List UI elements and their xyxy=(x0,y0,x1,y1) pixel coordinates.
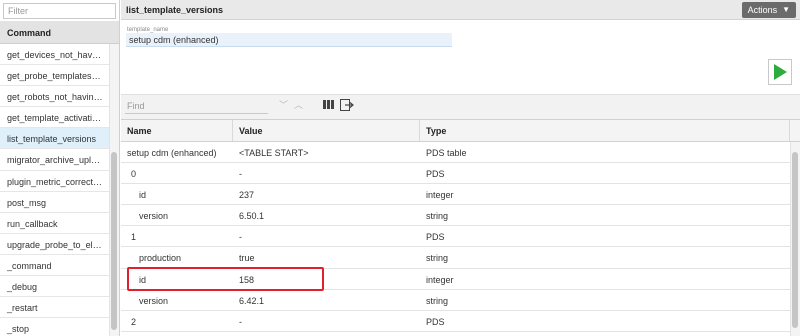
cell-type: PDS xyxy=(426,316,445,327)
results-grid: Name Value Type setup cdm (enhanced) <TA… xyxy=(121,120,800,336)
actions-label: Actions xyxy=(747,5,778,15)
grid-scroll-thumb[interactable] xyxy=(792,152,798,328)
table-row[interactable]: id 237 integer xyxy=(121,184,800,206)
command-list-header: Command xyxy=(0,22,119,44)
table-row[interactable]: setup cdm (enhanced) <TABLE START> PDS t… xyxy=(121,142,800,164)
command-item[interactable]: _restart xyxy=(0,297,110,319)
cell-type: string xyxy=(426,295,449,306)
column-header-value[interactable]: Value xyxy=(233,120,420,141)
command-item[interactable]: get_devices_not_having_g... xyxy=(0,44,110,66)
play-icon xyxy=(774,64,787,80)
command-list: get_devices_not_having_g... get_probe_te… xyxy=(0,44,110,336)
command-item[interactable]: upgrade_probe_to_eligible... xyxy=(0,234,110,255)
cell-value: true xyxy=(239,253,255,264)
actions-button[interactable]: Actions ▼ xyxy=(741,2,796,18)
cell-name: 1 xyxy=(131,232,137,243)
filter-input[interactable] xyxy=(3,3,116,19)
sidebar-scroll-thumb[interactable] xyxy=(111,152,117,330)
parameter-area: template_name setup cdm (enhanced) xyxy=(121,20,800,95)
command-item[interactable]: plugin_metric_correction xyxy=(0,171,110,192)
cell-value: - xyxy=(239,316,242,327)
table-row[interactable]: 0 - PDS xyxy=(121,163,800,185)
cell-value: 158 xyxy=(239,274,255,285)
chevron-up-icon[interactable]: ︿ xyxy=(294,98,303,111)
export-icon[interactable] xyxy=(340,99,354,111)
sidebar-scrollbar[interactable] xyxy=(109,44,119,336)
find-input[interactable] xyxy=(125,98,268,114)
chevron-down-icon[interactable]: ﹀ xyxy=(279,98,288,111)
template-name-field[interactable]: setup cdm (enhanced) xyxy=(126,33,452,47)
cell-value: - xyxy=(239,169,242,180)
cell-value: - xyxy=(239,232,242,243)
results-toolbar: ﹀ ︿ xyxy=(121,95,800,120)
command-item[interactable]: post_msg xyxy=(0,192,110,213)
filter-wrap xyxy=(0,0,119,22)
command-sidebar: Command get_devices_not_having_g... get_… xyxy=(0,0,120,336)
cell-value: 6.42.1 xyxy=(239,295,265,306)
table-row-highlighted[interactable]: production true string xyxy=(121,247,800,269)
cell-type: integer xyxy=(426,274,454,285)
command-titlebar: list_template_versions Actions ▼ xyxy=(121,0,800,20)
command-item[interactable]: run_callback xyxy=(0,213,110,234)
table-row[interactable]: version 6.42.1 string xyxy=(121,290,800,311)
cell-name: 2 xyxy=(131,316,137,327)
column-header-type[interactable]: Type xyxy=(420,120,790,141)
grid-header: Name Value Type xyxy=(121,120,800,142)
command-item[interactable]: _stop xyxy=(0,318,110,336)
command-item[interactable]: migrator_archive_upload xyxy=(0,149,110,171)
caret-down-icon: ▼ xyxy=(782,5,790,14)
grid-body: setup cdm (enhanced) <TABLE START> PDS t… xyxy=(121,142,800,332)
cell-type: string xyxy=(426,253,449,264)
command-title: list_template_versions xyxy=(126,5,224,15)
command-panel: list_template_versions Actions ▼ templat… xyxy=(121,0,800,336)
cell-type: PDS xyxy=(426,232,445,243)
table-row[interactable]: version 6.50.1 string xyxy=(121,205,800,227)
cell-name: version xyxy=(139,295,169,306)
run-button[interactable] xyxy=(768,59,792,85)
cell-name: 0 xyxy=(131,169,137,180)
command-item[interactable]: get_probe_templates_pac... xyxy=(0,65,110,87)
cell-type: string xyxy=(426,211,449,222)
command-item[interactable]: _command xyxy=(0,255,110,277)
cell-name: id xyxy=(139,274,147,285)
cell-type: integer xyxy=(426,190,454,201)
cell-name: production xyxy=(139,253,182,264)
command-item[interactable]: get_template_activation_s... xyxy=(0,107,110,129)
table-row[interactable]: id 158 integer xyxy=(121,269,800,290)
cell-type: PDS table xyxy=(426,148,467,158)
grid-scrollbar[interactable] xyxy=(790,142,800,336)
cell-type: PDS xyxy=(426,169,445,180)
column-header-name[interactable]: Name xyxy=(121,120,233,141)
command-item[interactable]: _debug xyxy=(0,276,110,298)
cell-name: version xyxy=(139,211,169,222)
table-row[interactable]: 2 - PDS xyxy=(121,311,800,332)
cell-name: id xyxy=(139,190,147,201)
command-item-selected[interactable]: list_template_versions xyxy=(0,128,110,150)
table-row[interactable]: 1 - PDS xyxy=(121,226,800,248)
cell-name: setup cdm (enhanced) xyxy=(127,148,217,158)
columns-icon[interactable] xyxy=(323,100,334,109)
cell-value: <TABLE START> xyxy=(239,148,309,158)
command-item[interactable]: get_robots_not_having_pr... xyxy=(0,86,110,108)
cell-value: 6.50.1 xyxy=(239,211,265,222)
cell-value: 237 xyxy=(239,190,255,201)
